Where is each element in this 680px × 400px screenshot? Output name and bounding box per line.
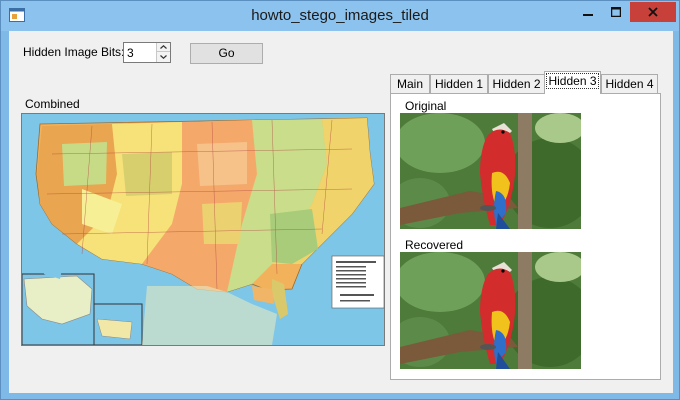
combined-image (21, 113, 385, 346)
tab-hidden-1[interactable]: Hidden 1 (430, 74, 488, 94)
recovered-image (400, 252, 581, 369)
parrot-image-original (400, 113, 581, 229)
tab-hidden-2[interactable]: Hidden 2 (488, 74, 545, 94)
hidden-image-bits-stepper[interactable]: 3 (123, 42, 171, 63)
combined-label: Combined (25, 97, 80, 111)
recovered-label: Recovered (405, 238, 464, 252)
tab-hidden-3[interactable]: Hidden 3 (544, 71, 601, 94)
tab-hidden-4-label: Hidden 4 (605, 77, 654, 91)
tab-main-label: Main (396, 77, 423, 91)
close-icon (648, 7, 658, 17)
tab-hidden-3-label: Hidden 3 (546, 73, 599, 89)
title-bar[interactable]: howto_stego_images_tiled (1, 1, 679, 31)
tab-hidden-4[interactable]: Hidden 4 (601, 74, 658, 94)
maximize-button[interactable] (602, 2, 630, 22)
close-button[interactable] (630, 2, 676, 22)
chevron-up-icon (160, 45, 167, 49)
tab-panel-hidden-3: Original Recovered (390, 93, 661, 380)
tab-main[interactable]: Main (390, 74, 430, 94)
chevron-down-icon (160, 54, 167, 59)
original-label: Original (405, 99, 447, 113)
minimize-icon (583, 14, 593, 16)
tab-hidden-2-label: Hidden 2 (492, 77, 541, 91)
stepper-up-button[interactable] (157, 43, 170, 52)
us-map-image (22, 114, 384, 345)
hidden-image-bits-value[interactable]: 3 (127, 46, 134, 60)
parrot-image-recovered (400, 252, 581, 369)
maximize-icon (611, 7, 621, 17)
app-window: howto_stego_images_tiled Hidden Image Bi… (0, 0, 680, 400)
stepper-buttons (156, 43, 170, 62)
hidden-image-bits-label: Hidden Image Bits: (23, 45, 125, 59)
client-area: Hidden Image Bits: 3 Go Combined Main Hi… (9, 31, 673, 393)
original-image (400, 113, 581, 229)
stepper-down-button[interactable] (157, 52, 170, 61)
minimize-button[interactable] (574, 2, 602, 22)
tab-hidden-1-label: Hidden 1 (434, 77, 484, 91)
go-button[interactable]: Go (190, 43, 263, 64)
